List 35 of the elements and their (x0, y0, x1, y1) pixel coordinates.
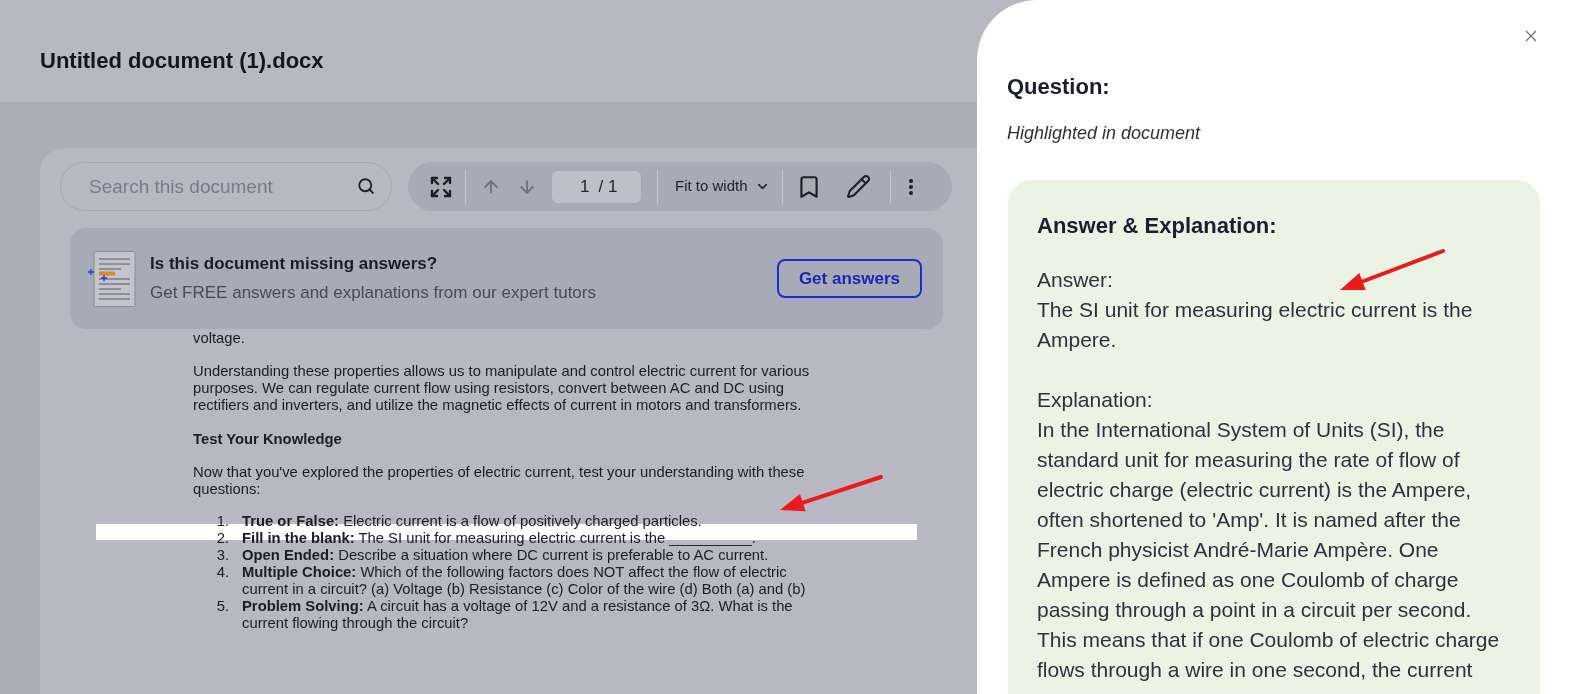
search-icon[interactable] (357, 177, 375, 195)
question-text: Fill in the blank: The SI unit for measuring electric current is the __________. (242, 530, 757, 547)
get-answers-button[interactable]: Get answers (776, 259, 922, 298)
zoom-dropdown[interactable]: Fit to width (671, 171, 774, 202)
question-note: Highlighted in document (1007, 122, 1201, 145)
question-text: Multiple Choice: Which of the following factors does NOT affect the flow of electric current in a circuit? (a) Voltage (b) Resistance (c) Color of the wire (d) Both (a) and (b) (242, 564, 807, 598)
document-icon (88, 250, 136, 307)
list-number: 5. (215, 598, 229, 616)
list-number: 4. (215, 564, 229, 582)
banner-text: Get FREE answers and explanations from our expert tutors (150, 282, 596, 304)
page-total: / 1 (598, 175, 618, 198)
question-heading: Question: (1007, 73, 1110, 101)
edit-button[interactable] (845, 172, 872, 201)
list-number: 1. (215, 513, 229, 530)
document-paragraph: Understanding these properties allows us to manipulate and control electric current for various purposes. We can regulate current flow using resistors, convert between AC and DC using rectifiers and inverters, and utilize the magnetic effects of current in motors and transformers. (193, 363, 811, 414)
document-paragraph: Now that you've explored the properties of electric current, test your understanding with these questions: (193, 464, 806, 498)
question-text: Open Ended: Describe a situation where DC current is preferable to AC current. (242, 547, 770, 564)
page-field[interactable]: 1 / 1 (552, 170, 641, 203)
answer-text: The SI unit for measuring electric current is the Ampere. (1037, 297, 1474, 353)
expand-icon (429, 174, 453, 199)
explanation-text: In the International System of Units (SI), the standard unit for measuring the rate of flow of electric charge (electric current) is the Ampere, often shortened to 'Amp'. It is named after the French physicist André-Marie Ampère. One Ampere is defined as one Coulomb of charge passing through a point in a circuit per second. This means that if one Coulomb of electric charge flows through a wire in one second, the current (1037, 417, 1501, 683)
document-title: Untitled document (1).docx (40, 47, 324, 75)
banner-title: Is this document missing answers? (150, 253, 439, 275)
explanation-label: Explanation: (1037, 387, 1153, 413)
list-number: 2. (215, 530, 229, 547)
search-field[interactable]: Search this document (60, 162, 392, 211)
document-paragraph: voltage. (193, 330, 246, 347)
question-text: Problem Solving: A circuit has a voltage of 12V and a resistance of 3Ω. What is the current flowing through the circuit? (242, 598, 794, 632)
pencil-icon (846, 174, 872, 199)
question-text: True or False: Electric current is a flow of positively charged particles. (242, 513, 703, 530)
answer-heading: Answer & Explanation: (1037, 212, 1277, 240)
answer-label: Answer: (1037, 267, 1113, 293)
document-heading: Test Your Knowledge (193, 431, 342, 448)
more-icon (908, 178, 913, 195)
list-number: 3. (215, 547, 229, 564)
